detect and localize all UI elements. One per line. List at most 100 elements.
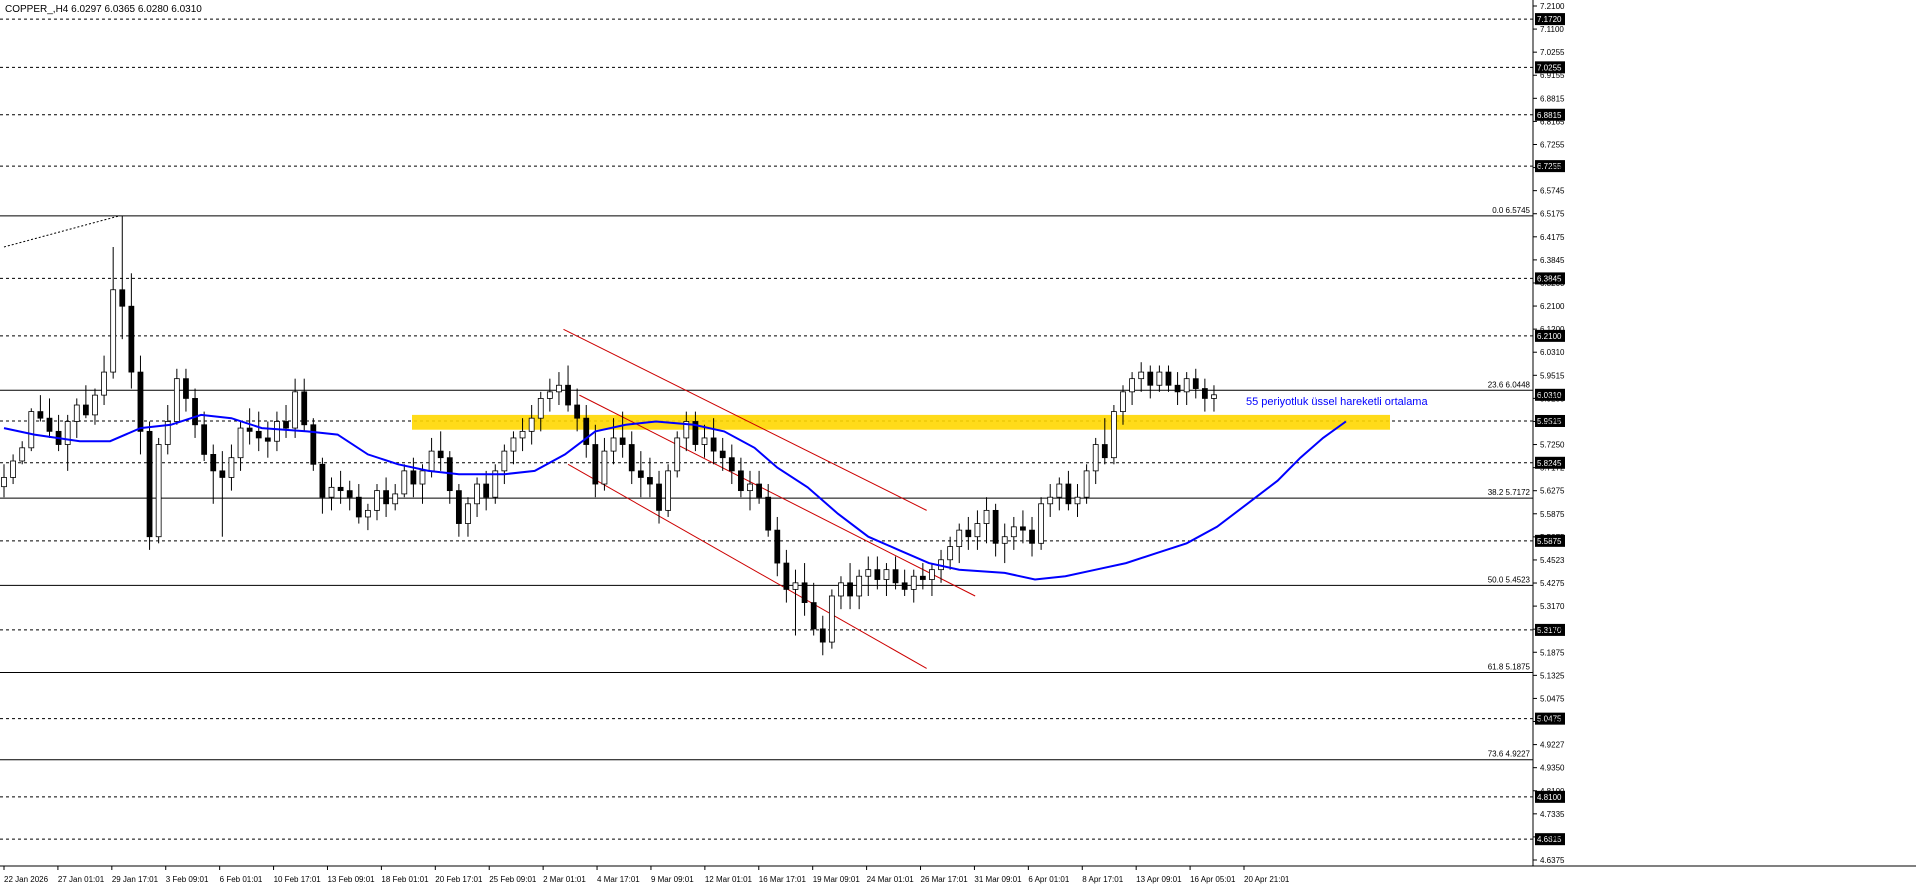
candle-body [738,470,744,492]
time-tick-label: 19 Mar 09:01 [813,875,861,884]
candle-body [647,477,653,485]
candle-body [710,437,717,452]
candle-body [228,457,235,478]
candle-body [1029,529,1035,544]
candle-body [546,391,553,399]
candle-body [346,490,353,498]
candle-body [1211,394,1217,399]
price-tick-label: 6.7255 [1540,140,1565,149]
price-tick-label: 7.2100 [1540,2,1565,11]
candle-body [765,496,772,531]
candle-body [637,470,644,478]
candle-body [519,430,526,439]
candle-body [728,457,735,472]
candle-body [628,444,635,472]
price-tick-label: 6.6150 [1540,164,1565,173]
candle-body [956,529,963,548]
time-tick-label: 31 Mar 09:01 [974,875,1022,884]
candle-body [819,628,826,643]
candle-body [892,569,899,584]
price-tick-label: 4.7335 [1540,810,1565,819]
candle-body [1111,411,1117,459]
fib-label: 61.8 5.1875 [1488,663,1531,672]
fib-label: 0.0 6.5745 [1492,206,1530,215]
candle-body [901,582,908,590]
candle-body [974,523,981,538]
fib-label: 23.6 6.0448 [1488,380,1531,389]
candle-body [255,430,262,439]
time-tick-label: 6 Feb 01:01 [220,875,263,884]
fib-label: 73.6 4.9227 [1488,750,1531,759]
candle-body [137,371,144,432]
price-tick-label: 5.4523 [1540,556,1565,565]
candle-body [756,483,762,498]
price-tick-label: 6.8165 [1540,117,1565,126]
candle-body [101,371,107,396]
candle-body [274,421,280,442]
candle-body [128,305,135,373]
time-axis: 22 Jan 2026 27 Jan 01:01 29 Jan 17:01 3 Feb… [3,866,1290,884]
price-tick-label: 5.9255 [1540,394,1565,403]
candle-body [301,391,308,426]
fibonacci-levels: 0.0 6.5745 23.6 6.0448 38.2 5.7172 50.0 5.4… [0,206,1533,761]
candle-body [1147,371,1154,386]
candle-body [1101,444,1108,459]
candle-body [1065,483,1072,505]
candle-body [173,378,180,422]
candle-body [401,470,408,495]
price-chart[interactable]: 7.1720 7.0255 6.8815 6.7255 6.3845 6.2100 5.95… [0,0,1916,888]
price-tick-label: 5.4275 [1540,579,1565,588]
price-tick-label: 6.3200 [1540,279,1565,288]
price-tick-label: 5.1325 [1540,671,1565,680]
candle-body [155,444,162,538]
price-tick-label: 6.9155 [1540,71,1565,80]
candle-body [319,463,326,498]
candle-body [392,493,399,505]
candle-body [1001,536,1008,544]
candle-body [10,460,16,478]
price-tick-label: 5.0325 [1540,718,1565,727]
candle-body [1010,526,1017,538]
price-tick-label: 5.8245 [1540,417,1565,426]
chart-header: COPPER_,H4 6.0297 6.0365 6.0280 6.0310 [5,4,202,15]
candle-body [1129,378,1135,393]
time-tick-label: 2 Mar 01:01 [543,875,586,884]
fib-swing-line [3,215,121,248]
price-tick-label: 4.6815 [1540,833,1565,842]
candle-body [310,424,317,465]
time-tick-label: 24 Mar 01:01 [867,875,915,884]
candle-body [46,417,53,432]
price-tick-label: 5.0475 [1540,694,1565,703]
candle-body [1165,371,1172,386]
candle-body [783,562,790,590]
candle-body [483,483,490,498]
price-tick-label: 6.4175 [1540,233,1565,242]
candle-body [929,569,935,580]
price-tick-label: 6.2100 [1540,302,1565,311]
candle-body [1020,526,1026,531]
candle-body [110,289,117,373]
time-tick-label: 20 Apr 21:01 [1244,875,1290,884]
channel-line-lower [567,463,927,669]
fib-label: 38.2 5.7172 [1488,488,1531,497]
time-tick-label: 16 Apr 05:01 [1190,875,1236,884]
candle-body [719,450,726,459]
candle-body [64,421,71,445]
candle-body [1083,470,1090,498]
price-tick-label: 7.1100 [1540,25,1564,34]
time-tick-label: 22 Jan 2026 [4,875,49,884]
candle-body [1038,503,1045,544]
candle-body [847,582,853,597]
support-zone [412,414,1390,430]
candle-body [474,483,480,505]
candle-body [1047,496,1054,505]
candle-body [874,569,881,580]
candle-body [947,546,954,561]
candle-body [565,384,571,406]
candle-body [992,509,999,544]
candle-body [919,575,926,580]
candle-body [656,483,662,511]
price-tick-label: 5.7250 [1540,441,1565,450]
price-tick-label: 5.2300 [1540,625,1565,634]
candle-body [82,404,89,416]
